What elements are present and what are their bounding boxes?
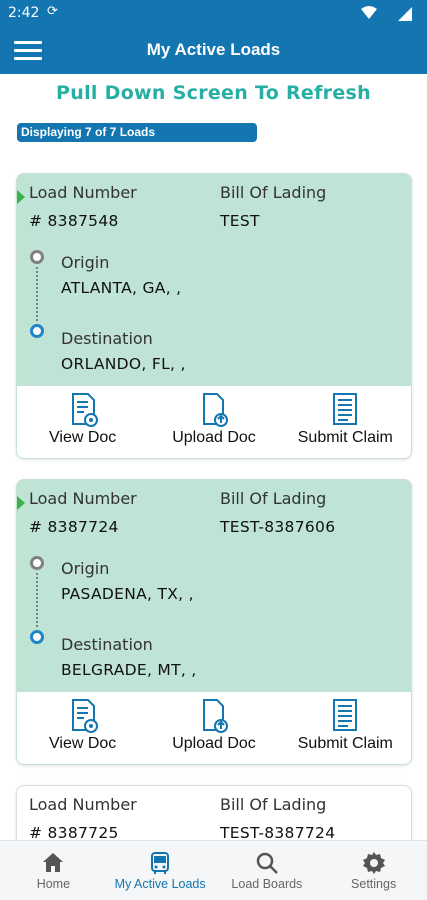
submit-claim-label: Submit Claim [297, 735, 393, 752]
view-doc-button[interactable]: View Doc [17, 692, 148, 764]
destination-label: Destination [61, 329, 153, 348]
nav-home-label: Home [36, 877, 71, 891]
upload-doc-button[interactable]: Upload Doc [148, 692, 279, 764]
nav-home[interactable]: Home [0, 841, 107, 900]
wifi-icon [361, 6, 377, 19]
submit-claim-icon [333, 393, 358, 425]
bol-label: Bill Of Lading [220, 183, 327, 202]
origin-value: ATLANTA, GA, , [61, 279, 182, 297]
origin-dot [30, 556, 44, 570]
nav-load-boards[interactable]: Load Boards [214, 841, 321, 900]
load-number-value: # 8387724 [29, 518, 119, 536]
submit-claim-button[interactable]: Submit Claim [280, 692, 411, 764]
load-count-badge: Displaying 7 of 7 Loads [17, 123, 257, 142]
nav-my-active-loads[interactable]: My Active Loads [107, 841, 214, 900]
view-doc-icon [71, 393, 98, 427]
origin-label: Origin [61, 559, 110, 578]
view-doc-icon [71, 699, 98, 733]
load-number-value: # 8387548 [29, 212, 119, 230]
bottom-nav: Home My Active Loads Load Boards Setting… [0, 840, 427, 900]
submit-claim-label: Submit Claim [297, 429, 393, 446]
route-line [36, 267, 38, 321]
bol-label: Bill Of Lading [220, 489, 327, 508]
gear-icon [362, 852, 385, 874]
origin-value: PASADENA, TX, , [61, 585, 194, 603]
load-number-label: Load Number [29, 795, 137, 814]
load-number-label: Load Number [29, 183, 137, 202]
home-icon [43, 853, 64, 872]
view-doc-button[interactable]: View Doc [17, 386, 148, 458]
card-marker [17, 496, 25, 510]
status-time: 2:42 [8, 5, 40, 21]
nav-settings-label: Settings [351, 877, 397, 891]
bol-label: Bill Of Lading [220, 795, 327, 814]
status-bar: 2:42 ⟳ [0, 0, 427, 28]
destination-dot [30, 630, 44, 644]
card-actions: View Doc Upload Doc Submit Claim [17, 692, 411, 764]
destination-dot [30, 324, 44, 338]
card-marker [17, 190, 25, 204]
submit-claim-button[interactable]: Submit Claim [280, 386, 411, 458]
bol-value: TEST-8387606 [220, 518, 336, 536]
bol-value: TEST [220, 212, 260, 230]
upload-doc-label: Upload Doc [172, 429, 256, 446]
upload-doc-icon [202, 393, 228, 427]
upload-doc-button[interactable]: Upload Doc [148, 386, 279, 458]
app-bar: My Active Loads [0, 28, 427, 74]
origin-dot [30, 250, 44, 264]
view-doc-label: View Doc [49, 429, 117, 446]
destination-value: ORLANDO, FL, , [61, 355, 186, 373]
sync-icon: ⟳ [47, 4, 58, 19]
nav-my-active-loads-label: My Active Loads [114, 877, 206, 891]
load-card[interactable]: Load Number Bill Of Lading # 8387724 TES… [16, 479, 412, 765]
card-actions: View Doc Upload Doc Submit Claim [17, 386, 411, 458]
submit-claim-icon [333, 699, 358, 731]
view-doc-label: View Doc [49, 735, 117, 752]
destination-label: Destination [61, 635, 153, 654]
load-card[interactable]: Load Number Bill Of Lading # 8387548 TES… [16, 173, 412, 459]
destination-value: BELGRADE, MT, , [61, 661, 197, 679]
nav-load-boards-label: Load Boards [231, 877, 303, 891]
search-icon [256, 852, 278, 874]
nav-settings[interactable]: Settings [320, 841, 427, 900]
upload-doc-label: Upload Doc [172, 735, 256, 752]
upload-doc-icon [202, 699, 228, 733]
origin-label: Origin [61, 253, 110, 272]
page-title: My Active Loads [146, 40, 281, 59]
battery-icon [398, 7, 412, 21]
bus-icon [151, 852, 170, 874]
refresh-hint: Pull Down Screen To Refresh [56, 82, 371, 104]
route-line [36, 573, 38, 627]
load-number-label: Load Number [29, 489, 137, 508]
